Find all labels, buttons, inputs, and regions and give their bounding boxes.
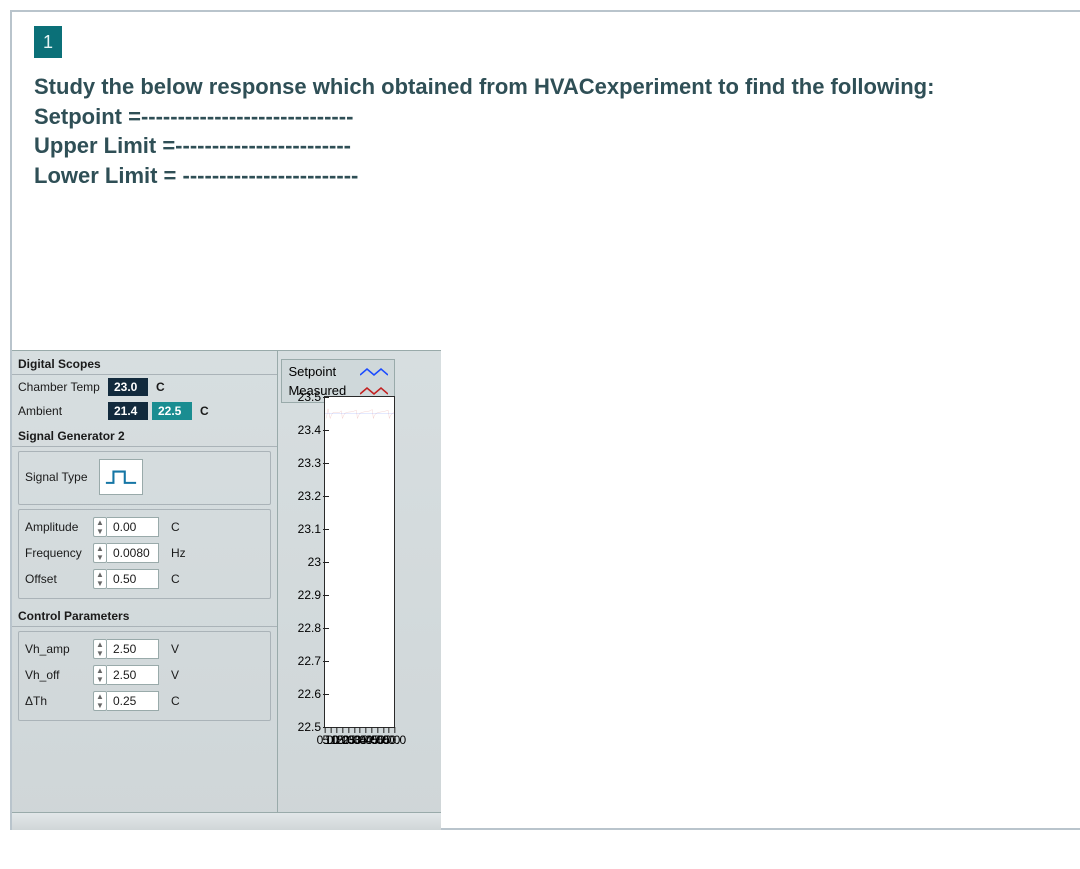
legend-setpoint: Setpoint [284,362,392,381]
frequency-label: Frequency [25,546,89,560]
offset-unit: C [171,572,189,586]
frequency-spin-buttons[interactable]: ▲▼ [93,543,107,563]
ath-spin-buttons[interactable]: ▲▼ [93,691,107,711]
question-line: Setpoint =----------------------------- [34,102,1066,132]
y-tick: 22.6 [298,687,321,701]
vh-amp-label: Vh_amp [25,642,89,656]
left-panel: Digital Scopes Chamber Temp 23.0 C Ambie… [12,351,278,830]
y-tick: 22.9 [298,588,321,602]
y-tick: 23.4 [298,423,321,437]
frequency-stepper[interactable]: ▲▼ 0.0080 [93,543,159,563]
temperature-chart: 22.522.622.722.822.92323.123.223.323.423… [324,396,395,728]
amplitude-spin-buttons[interactable]: ▲▼ [93,517,107,537]
chart-panel: Setpoint Measured Temperature (C) 22.522… [278,351,441,830]
ambient-unit: C [200,404,209,418]
amplitude-unit: C [171,520,189,534]
signal-type-group: Signal Type [18,451,271,505]
control-parameters-title: Control Parameters [12,603,277,627]
chart-series [325,397,394,430]
vh-amp-spin-buttons[interactable]: ▲▼ [93,639,107,659]
legend-measured-swatch [360,385,388,397]
chamber-temp-label: Chamber Temp [18,380,104,394]
y-tick: 23.2 [298,489,321,503]
vh-off-value[interactable]: 2.50 [107,665,159,685]
legend-setpoint-swatch [360,366,388,378]
signal-generator-title: Signal Generator 2 [12,423,277,447]
square-wave-icon[interactable] [99,459,143,495]
series-measured [326,409,394,419]
digital-scopes-title: Digital Scopes [12,351,277,375]
y-tick: 23 [308,555,321,569]
ambient-label: Ambient [18,404,104,418]
ambient-value-2: 22.5 [152,402,192,420]
question-container: 1 Study the below response which obtaine… [10,10,1080,830]
legend-setpoint-label: Setpoint [288,364,352,379]
ath-label: ΔTh [25,694,89,708]
amplitude-label: Amplitude [25,520,89,534]
bottom-separator [12,812,441,830]
vh-off-spin-buttons[interactable]: ▲▼ [93,665,107,685]
question-number-badge: 1 [34,26,62,58]
ath-stepper[interactable]: ▲▼ 0.25 [93,691,159,711]
frequency-value[interactable]: 0.0080 [107,543,159,563]
y-tick: 23.1 [298,522,321,536]
signal-params-group: Amplitude ▲▼ 0.00 C Frequency ▲▼ 0.0080 … [18,509,271,599]
y-tick: 23.5 [298,390,321,404]
y-tick: 22.5 [298,720,321,734]
amplitude-value[interactable]: 0.00 [107,517,159,537]
question-line: Lower Limit = ------------------------ [34,161,1066,191]
offset-value[interactable]: 0.50 [107,569,159,589]
signal-type-label: Signal Type [25,470,89,484]
amplitude-stepper[interactable]: ▲▼ 0.00 [93,517,159,537]
vh-off-unit: V [171,668,189,682]
ath-value[interactable]: 0.25 [107,691,159,711]
vh-amp-unit: V [171,642,189,656]
frequency-unit: Hz [171,546,189,560]
offset-label: Offset [25,572,89,586]
chamber-temp-value: 23.0 [108,378,148,396]
vh-amp-stepper[interactable]: ▲▼ 2.50 [93,639,159,659]
question-text: Study the below response which obtained … [34,72,1066,191]
control-params-group: Vh_amp ▲▼ 2.50 V Vh_off ▲▼ 2.50 V [18,631,271,721]
vh-off-stepper[interactable]: ▲▼ 2.50 [93,665,159,685]
chamber-temp-unit: C [156,380,165,394]
offset-stepper[interactable]: ▲▼ 0.50 [93,569,159,589]
hvac-app-panel: Digital Scopes Chamber Temp 23.0 C Ambie… [12,350,441,830]
y-tick: 23.3 [298,456,321,470]
ambient-value-1: 21.4 [108,402,148,420]
question-line: Study the below response which obtained … [34,72,1066,102]
vh-amp-value[interactable]: 2.50 [107,639,159,659]
vh-off-label: Vh_off [25,668,89,682]
question-line: Upper Limit =------------------------ [34,131,1066,161]
ambient-row: Ambient 21.4 22.5 C [12,399,277,423]
y-tick: 22.8 [298,621,321,635]
x-tick: 60.0 [383,733,406,747]
offset-spin-buttons[interactable]: ▲▼ [93,569,107,589]
y-tick: 22.7 [298,654,321,668]
chamber-temp-row: Chamber Temp 23.0 C [12,375,277,399]
ath-unit: C [171,694,189,708]
